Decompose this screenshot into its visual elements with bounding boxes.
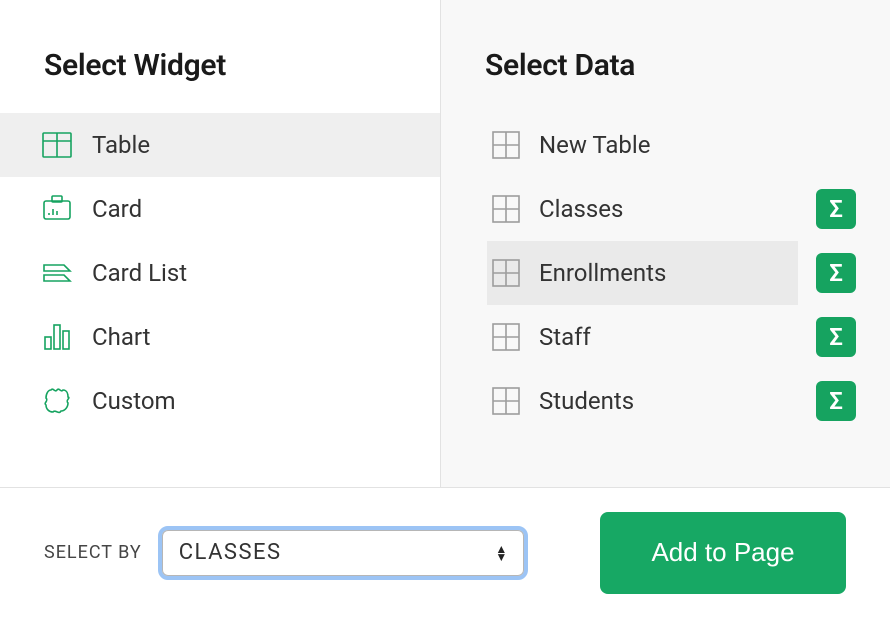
grid-icon [491,130,521,160]
sigma-icon[interactable]: Σ [816,317,856,357]
grid-icon [491,194,521,224]
card-list-icon [40,256,74,290]
grid-icon [491,322,521,352]
data-item-label: New Table [539,131,650,159]
custom-icon [40,384,74,418]
data-item-label: Students [539,387,634,415]
select-by-label: SELECT BY [44,542,142,563]
select-by-dropdown[interactable]: CLASSES ▲▼ [158,526,528,580]
widget-item-label: Chart [92,323,150,351]
widget-list: Table Card Card List [0,113,440,433]
widget-item-label: Card List [92,259,187,287]
sigma-icon[interactable]: Σ [816,253,856,293]
data-list: New Table Classes Σ [441,113,890,433]
sigma-icon[interactable]: Σ [816,189,856,229]
widget-item-chart[interactable]: Chart [0,305,440,369]
widget-item-card[interactable]: Card [0,177,440,241]
card-icon [40,192,74,226]
widget-item-label: Table [92,131,150,159]
widget-item-label: Custom [92,387,176,415]
dropdown-caret-icon: ▲▼ [495,545,508,561]
sigma-icon[interactable]: Σ [816,381,856,421]
data-panel-title: Select Data [441,0,890,113]
select-by-value: CLASSES [179,540,282,565]
widget-item-custom[interactable]: Custom [0,369,440,433]
data-item-label: Classes [539,195,623,223]
data-item-enrollments[interactable]: Enrollments [487,241,798,305]
widget-item-card-list[interactable]: Card List [0,241,440,305]
data-item-label: Staff [539,323,591,351]
widget-panel-title: Select Widget [0,0,440,113]
data-item-students[interactable]: Students [487,369,798,433]
data-item-new-table[interactable]: New Table [487,113,890,177]
chart-icon [40,320,74,354]
widget-panel: Select Widget Table Card [0,0,440,487]
widget-item-label: Card [92,195,142,223]
grid-icon [491,386,521,416]
footer: SELECT BY CLASSES ▲▼ Add to Page [0,487,890,617]
data-item-staff[interactable]: Staff [487,305,798,369]
widget-item-table[interactable]: Table [0,113,440,177]
data-panel: Select Data New Table Cla [440,0,890,487]
grid-icon [491,258,521,288]
data-item-label: Enrollments [539,259,666,287]
add-to-page-button[interactable]: Add to Page [600,512,846,594]
table-icon [40,128,74,162]
data-item-classes[interactable]: Classes [487,177,798,241]
